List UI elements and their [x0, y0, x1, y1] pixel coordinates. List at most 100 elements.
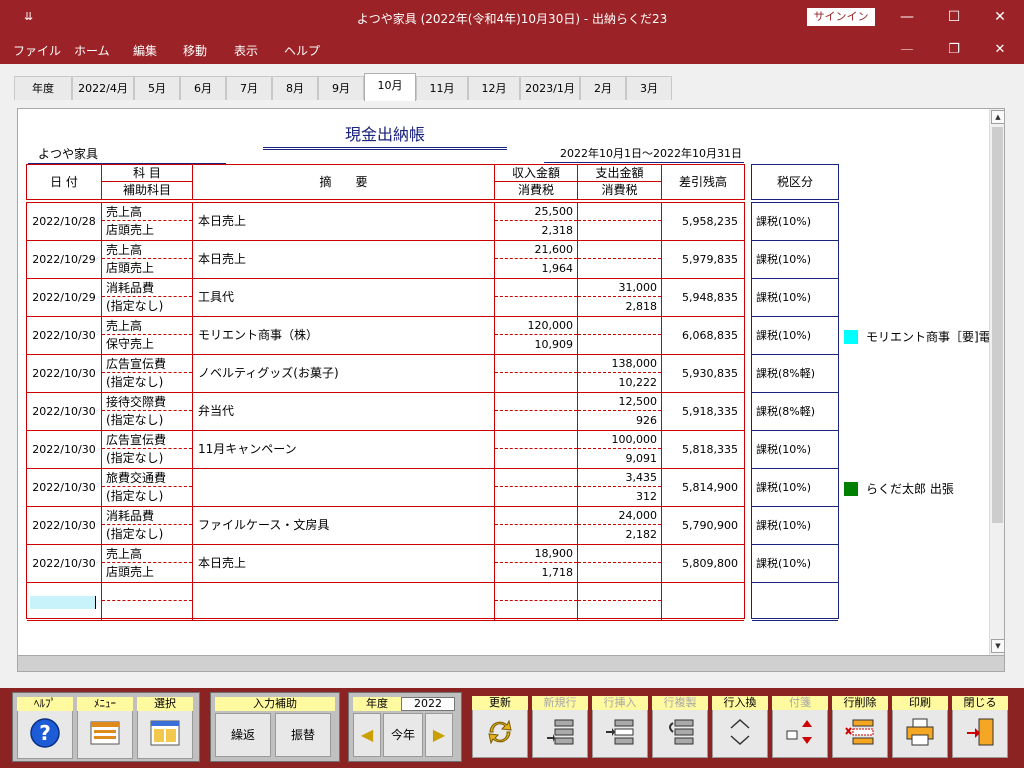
memo-cell[interactable]: 工具代 [193, 279, 495, 316]
table-row[interactable]: 2022/10/30 広告宣伝費 (指定なし) 11月キャンペーン 100,000 9,0… [27, 431, 744, 469]
table-row[interactable]: 2022/10/29 消耗品費 (指定なし) 工具代 31,000 2,818 5,948,… [27, 279, 744, 317]
tax-class-cell[interactable]: 課税(10%) [752, 203, 838, 241]
account-name[interactable]: 消耗品費 [102, 507, 192, 525]
income-tax[interactable] [495, 487, 577, 506]
sub-account-name[interactable]: (指定なし) [102, 525, 192, 544]
expense-tax[interactable] [578, 259, 661, 278]
income-cell[interactable]: 21,600 1,964 [495, 241, 578, 278]
expense-cell[interactable] [578, 241, 662, 278]
income-cell[interactable] [495, 279, 578, 316]
expense-cell[interactable]: 138,000 10,222 [578, 355, 662, 392]
account-cell[interactable]: 旅費交通費 (指定なし) [102, 469, 193, 506]
expense-cell[interactable] [578, 583, 662, 620]
account-name[interactable]: 売上高 [102, 241, 192, 259]
expense-amount[interactable]: 3,435 [578, 469, 661, 487]
expense-cell[interactable]: 24,000 2,182 [578, 507, 662, 544]
account-name[interactable]: 接待交際費 [102, 393, 192, 411]
income-tax[interactable] [495, 411, 577, 430]
expense-amount[interactable] [578, 241, 661, 259]
sub-account-name[interactable]: (指定なし) [102, 373, 192, 392]
income-cell[interactable]: 120,000 10,909 [495, 317, 578, 354]
date-cell[interactable]: 2022/10/30 [27, 393, 102, 430]
new-row-button[interactable]: 新規行 [532, 696, 588, 758]
date-cell[interactable]: 2022/10/29 [27, 241, 102, 278]
expense-tax[interactable]: 9,091 [578, 449, 661, 468]
memo-cell[interactable]: 弁当代 [193, 393, 495, 430]
select-button[interactable]: 選択 [137, 697, 193, 759]
tab-2022-04[interactable]: 2022/4月 [72, 76, 134, 100]
account-cell[interactable]: 消耗品費 (指定なし) [102, 279, 193, 316]
table-row[interactable]: 2022/10/30 消耗品費 (指定なし) ファイルケース・文房具 24,000 2,1… [27, 507, 744, 545]
income-tax[interactable]: 1,718 [495, 563, 577, 582]
income-amount[interactable] [495, 279, 577, 297]
date-cell[interactable]: 2022/10/30 [27, 317, 102, 354]
account-name[interactable]: 売上高 [102, 545, 192, 563]
income-tax[interactable] [495, 601, 577, 620]
income-tax[interactable] [495, 373, 577, 392]
account-name[interactable] [102, 583, 192, 601]
table-row[interactable]: 2022/10/29 売上高 店頭売上 本日売上 21,600 1,964 5,979,83… [27, 241, 744, 279]
vertical-scrollbar[interactable]: ▲ ▼ [989, 109, 1004, 655]
table-row[interactable]: 2022/10/30 旅費交通費 (指定なし) 3,435 312 5,814,900 [27, 469, 744, 507]
table-row[interactable]: 2022/10/30 売上高 店頭売上 本日売上 18,900 1,718 5,809,80… [27, 545, 744, 583]
expense-tax[interactable]: 2,182 [578, 525, 661, 544]
income-cell[interactable]: 18,900 1,718 [495, 545, 578, 582]
expense-tax[interactable]: 926 [578, 411, 661, 430]
sub-account-name[interactable]: (指定なし) [102, 411, 192, 430]
income-amount[interactable] [495, 469, 577, 487]
account-cell[interactable] [102, 583, 193, 620]
expense-cell[interactable]: 100,000 9,091 [578, 431, 662, 468]
memo-cell[interactable]: 本日売上 [193, 203, 495, 240]
menu-view[interactable]: 表示 [234, 42, 258, 59]
income-tax[interactable]: 1,964 [495, 259, 577, 278]
date-cell[interactable]: 2022/10/30 [27, 545, 102, 582]
menu-edit[interactable]: 編集 [133, 42, 157, 59]
menu-file[interactable]: ファイル [13, 42, 61, 59]
scroll-up-icon[interactable]: ▲ [991, 110, 1004, 124]
account-cell[interactable]: 売上高 保守売上 [102, 317, 193, 354]
maximize-icon[interactable]: ☐ [940, 6, 968, 28]
account-cell[interactable]: 広告宣伝費 (指定なし) [102, 355, 193, 392]
tax-class-cell[interactable]: 課税(8%軽) [752, 355, 838, 393]
income-tax[interactable] [495, 525, 577, 544]
tab-02[interactable]: 2月 [580, 76, 626, 100]
close-icon[interactable]: ✕ [986, 6, 1014, 28]
income-amount[interactable]: 25,500 [495, 203, 577, 221]
tax-class-cell[interactable]: 課税(10%) [752, 431, 838, 469]
doc-close-icon[interactable]: ✕ [986, 40, 1014, 60]
doc-minimize-icon[interactable]: — [893, 40, 921, 60]
income-amount[interactable] [495, 355, 577, 373]
expense-tax[interactable]: 2,818 [578, 297, 661, 316]
expense-amount[interactable] [578, 203, 661, 221]
date-cell[interactable]: 2022/10/29 [27, 279, 102, 316]
sub-account-name[interactable]: 店頭売上 [102, 259, 192, 278]
expense-amount[interactable] [578, 545, 661, 563]
expense-amount[interactable] [578, 317, 661, 335]
date-cell[interactable] [27, 583, 102, 620]
date-cell[interactable]: 2022/10/30 [27, 355, 102, 392]
menu-move[interactable]: 移動 [183, 42, 207, 59]
scroll-down-icon[interactable]: ▼ [991, 639, 1004, 653]
memo-cell[interactable]: ファイルケース・文房具 [193, 507, 495, 544]
signin-button[interactable]: サインイン [807, 8, 875, 26]
date-cell[interactable]: 2022/10/30 [27, 469, 102, 506]
tab-11[interactable]: 11月 [416, 76, 468, 100]
table-row[interactable]: 2022/10/28 売上高 店頭売上 本日売上 25,500 2,318 5,958,23… [27, 203, 744, 241]
account-name[interactable]: 広告宣伝費 [102, 431, 192, 449]
sub-account-name[interactable]: (指定なし) [102, 297, 192, 316]
help-button[interactable]: ﾍﾙﾌﾟ ? [17, 697, 73, 759]
income-tax[interactable] [495, 297, 577, 316]
minimize-icon[interactable]: — [893, 6, 921, 28]
account-name[interactable]: 広告宣伝費 [102, 355, 192, 373]
print-button[interactable]: 印刷 [892, 696, 948, 758]
income-amount[interactable] [495, 507, 577, 525]
sticky-button[interactable]: 付箋 [772, 696, 828, 758]
expense-tax[interactable] [578, 563, 661, 582]
tab-year[interactable]: 年度 [14, 76, 72, 100]
income-cell[interactable] [495, 507, 578, 544]
tab-08[interactable]: 8月 [272, 76, 318, 100]
account-name[interactable]: 売上高 [102, 203, 192, 221]
memo-cell[interactable]: 本日売上 [193, 241, 495, 278]
tab-10[interactable]: 10月 [364, 73, 416, 101]
menu-home[interactable]: ホーム [74, 42, 110, 59]
